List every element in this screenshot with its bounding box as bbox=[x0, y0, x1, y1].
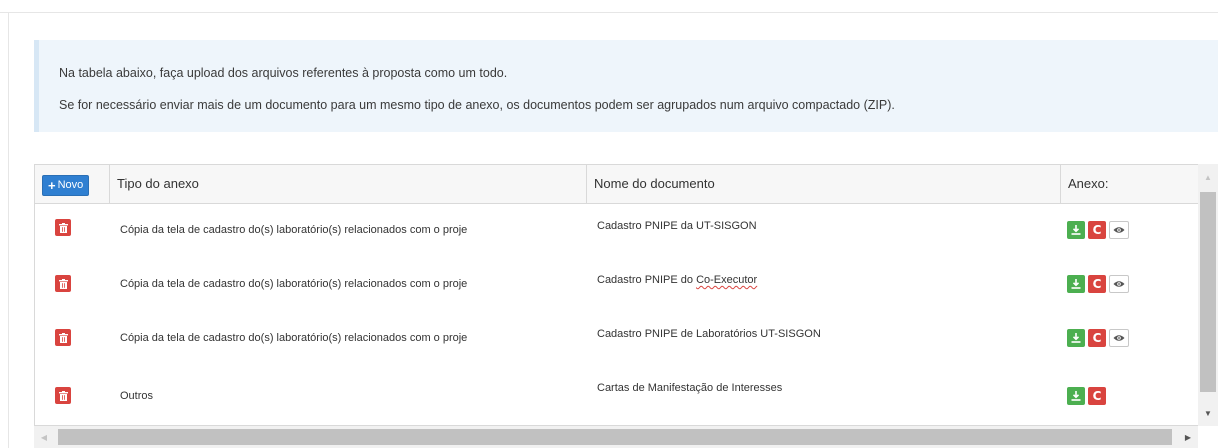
nome-cell: Cadastro PNIPE da UT-SISGON bbox=[597, 220, 757, 232]
nome-cell: Cartas de Manifestação de Interesses bbox=[597, 382, 783, 394]
replace-button[interactable]: C bbox=[1088, 387, 1106, 405]
attachment-actions: C bbox=[1067, 329, 1129, 347]
trash-icon bbox=[58, 222, 68, 233]
attachments-table: + Novo Tipo do anexo Nome do documento A… bbox=[34, 164, 1198, 426]
replace-button[interactable]: C bbox=[1088, 275, 1106, 293]
horizontal-scrollbar[interactable]: ◀ ▶ bbox=[34, 426, 1198, 448]
vertical-scroll-thumb[interactable] bbox=[1200, 192, 1216, 392]
download-button[interactable] bbox=[1067, 329, 1085, 347]
trash-icon bbox=[58, 390, 68, 401]
eye-icon bbox=[1113, 281, 1125, 287]
tipo-cell: Outros bbox=[120, 390, 154, 402]
download-button[interactable] bbox=[1067, 275, 1085, 293]
download-icon bbox=[1071, 391, 1081, 401]
new-button-label: Novo bbox=[57, 179, 84, 191]
trash-icon bbox=[58, 278, 68, 289]
misspelled-word: Co-Executor bbox=[696, 274, 758, 286]
scroll-down-arrow-icon[interactable]: ▼ bbox=[1198, 404, 1218, 422]
trash-icon bbox=[58, 332, 68, 343]
view-button[interactable] bbox=[1109, 329, 1129, 347]
download-icon bbox=[1071, 225, 1081, 235]
eye-icon bbox=[1113, 335, 1125, 341]
download-button[interactable] bbox=[1067, 387, 1085, 405]
table-row: Outros Cartas de Manifestação de Interes… bbox=[35, 365, 1198, 419]
delete-button[interactable] bbox=[55, 219, 71, 236]
table-row: Cópia da tela de cadastro do(s) laborató… bbox=[35, 203, 1198, 257]
info-alert: Na tabela abaixo, faça upload dos arquiv… bbox=[34, 40, 1218, 132]
vertical-scrollbar[interactable]: ▲ ▼ bbox=[1198, 164, 1218, 426]
tipo-cell: Cópia da tela de cadastro do(s) laborató… bbox=[120, 224, 468, 236]
view-button[interactable] bbox=[1109, 275, 1129, 293]
replace-button[interactable]: C bbox=[1088, 221, 1106, 239]
info-line-1: Na tabela abaixo, faça upload dos arquiv… bbox=[59, 66, 508, 80]
replace-button[interactable]: C bbox=[1088, 329, 1106, 347]
new-attachment-button[interactable]: + Novo bbox=[42, 175, 90, 196]
horizontal-scroll-thumb[interactable] bbox=[58, 429, 1172, 445]
attachment-actions: C bbox=[1067, 275, 1129, 293]
eye-icon bbox=[1113, 227, 1125, 233]
download-icon bbox=[1071, 279, 1081, 289]
scroll-left-arrow-icon[interactable]: ◀ bbox=[34, 426, 54, 448]
delete-button[interactable] bbox=[55, 275, 71, 292]
delete-button[interactable] bbox=[55, 329, 71, 346]
download-button[interactable] bbox=[1067, 221, 1085, 239]
header-anexo: Anexo: bbox=[1060, 165, 1198, 203]
plus-icon: + bbox=[48, 178, 56, 193]
table-row: Cópia da tela de cadastro do(s) laborató… bbox=[35, 311, 1198, 365]
nome-cell: Cadastro PNIPE de Laboratórios UT-SISGON bbox=[597, 328, 821, 340]
scroll-right-arrow-icon[interactable]: ▶ bbox=[1178, 426, 1198, 448]
scroll-up-arrow-icon[interactable]: ▲ bbox=[1198, 168, 1218, 186]
header-nome[interactable]: Nome do documento bbox=[586, 165, 1060, 203]
attachment-actions: C bbox=[1067, 387, 1106, 405]
info-line-2: Se for necessário enviar mais de um docu… bbox=[59, 98, 895, 112]
tipo-cell: Cópia da tela de cadastro do(s) laborató… bbox=[120, 332, 468, 344]
nome-cell: Cadastro PNIPE do Co-Executor bbox=[597, 257, 1047, 303]
header-tipo[interactable]: Tipo do anexo bbox=[109, 165, 586, 203]
view-button[interactable] bbox=[1109, 221, 1129, 239]
tipo-cell: Cópia da tela de cadastro do(s) laborató… bbox=[120, 278, 468, 290]
header-actions: + Novo bbox=[35, 165, 109, 203]
download-icon bbox=[1071, 333, 1081, 343]
nome-prefix: Cadastro PNIPE do bbox=[597, 274, 697, 286]
table-header: + Novo Tipo do anexo Nome do documento A… bbox=[35, 165, 1198, 204]
table-row: Cópia da tela de cadastro do(s) laborató… bbox=[35, 257, 1198, 311]
attachment-actions: C bbox=[1067, 221, 1129, 239]
delete-button[interactable] bbox=[55, 387, 71, 404]
